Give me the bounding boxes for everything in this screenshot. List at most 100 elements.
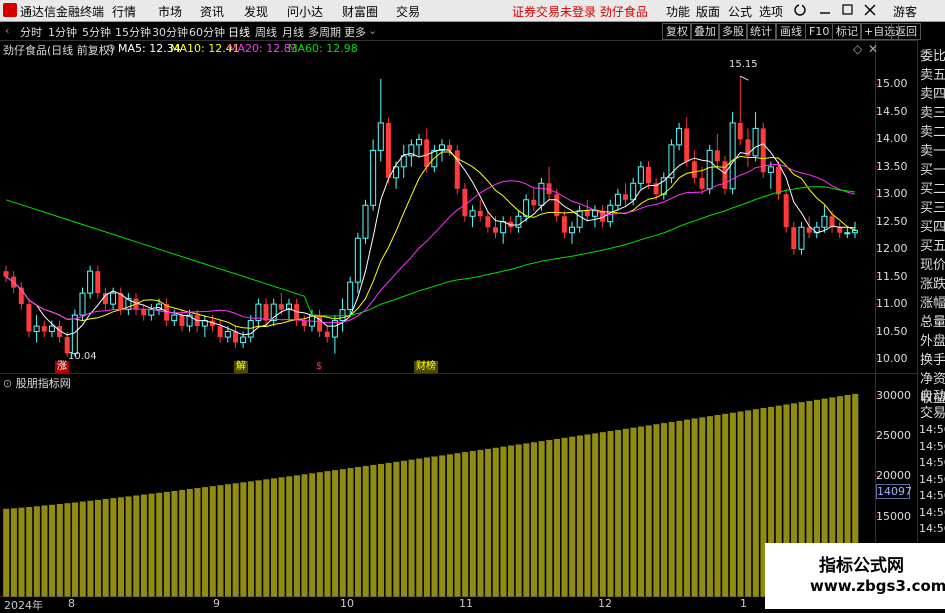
refresh-icon[interactable] (794, 3, 806, 16)
guest-label[interactable]: 游客 (893, 3, 917, 20)
candle-body (232, 331, 238, 343)
volume-bar (499, 446, 507, 598)
settings-icon[interactable]: ⚙ (106, 42, 116, 55)
candle-body (347, 281, 354, 311)
menu-item-market[interactable]: 行情 (112, 3, 136, 20)
price-tick-label: 11.50 (876, 269, 908, 283)
price-tick-label: 11.00 (876, 297, 908, 311)
volume-bar (683, 419, 691, 598)
diamond-icon[interactable]: ◇ (853, 42, 862, 56)
candle-body (179, 315, 185, 327)
sub-chart-header: ⊙ 股朋指标网 (3, 375, 71, 391)
candle-body (33, 325, 40, 333)
volume-bar (400, 460, 408, 598)
dollar-tag[interactable]: $ (314, 361, 324, 373)
period-minute[interactable]: 分时 (20, 24, 42, 40)
quote-row-label[interactable]: 换手 (920, 349, 945, 368)
auto-trade-label[interactable]: 交易 (920, 402, 945, 421)
menu-item-layout[interactable]: 版面 (696, 3, 720, 20)
quote-row-label[interactable]: 外盘 (920, 330, 945, 349)
menu-item-discover[interactable]: 发现 (244, 3, 268, 20)
close-panel-icon[interactable]: ✕ (868, 42, 878, 56)
quote-row-label[interactable]: 买三 (920, 197, 945, 216)
quote-row-label[interactable]: 买四 (920, 216, 945, 235)
adjust-button[interactable]: 复权 (662, 23, 692, 40)
period-1min[interactable]: 1分钟 (48, 24, 77, 40)
candle-body (684, 128, 690, 162)
back-button[interactable]: 返回 (891, 23, 921, 40)
maximize-icon[interactable] (842, 4, 853, 15)
unlock-tag[interactable]: 解 (234, 361, 248, 373)
volume-bar (285, 475, 293, 598)
kline-chart[interactable] (0, 40, 917, 609)
volume-current-value: 14097 (876, 484, 912, 499)
multi-stock-button[interactable]: 多股 (718, 23, 748, 40)
menu-item-formula[interactable]: 公式 (728, 3, 752, 20)
menu-item-wealth[interactable]: 财富圈 (342, 3, 378, 20)
overlay-button[interactable]: 叠加 (690, 23, 720, 40)
price-tick-label: 10.50 (876, 324, 908, 338)
volume-tick-label: 30000 (876, 389, 911, 403)
trade-time: 14:56 (919, 522, 945, 535)
quote-row-label[interactable]: 买二 (920, 178, 945, 197)
menu-item-function[interactable]: 功能 (666, 3, 690, 20)
draw-line-button[interactable]: 画线 (776, 23, 806, 40)
candle-body (844, 232, 851, 235)
quote-row-label[interactable]: 现价 (920, 254, 945, 273)
volume-bar (301, 473, 308, 598)
candle-body (362, 204, 369, 239)
quote-row-label[interactable]: 涨幅 (920, 292, 945, 311)
volume-bar (2, 508, 10, 598)
candle-body (614, 193, 621, 206)
menu-item-options[interactable]: 选项 (759, 3, 783, 20)
period-30min[interactable]: 30分钟 (152, 24, 188, 40)
finance-list-tag[interactable]: 财榜 (414, 361, 438, 373)
period-15min[interactable]: 15分钟 (115, 24, 151, 40)
candle-body (645, 166, 651, 184)
candle-body (240, 336, 247, 344)
menu-item-ask[interactable]: 问小达 (287, 3, 323, 20)
volume-bar (652, 423, 660, 598)
period-more[interactable]: 更多 (344, 24, 366, 40)
quote-row-label[interactable]: 卖一 (920, 140, 945, 159)
mark-button[interactable]: 标记 (832, 23, 862, 40)
period-weekly[interactable]: 周线 (255, 24, 277, 40)
volume-bar (362, 465, 370, 598)
price-tick-label: 12.50 (876, 214, 908, 228)
period-5min[interactable]: 5分钟 (82, 24, 111, 40)
menu-item-trade[interactable]: 交易 (396, 3, 420, 20)
quote-row-label[interactable]: 买一 (920, 159, 945, 178)
candle-body (837, 227, 843, 233)
sub-chart-caret-icon[interactable]: ⊙ (3, 377, 12, 390)
more-chevron-icon[interactable]: ⌄ (368, 24, 377, 37)
statistics-button[interactable]: 统计 (746, 23, 776, 40)
toolbar-caret-icon[interactable]: ‹ (5, 24, 9, 37)
volume-bar (752, 408, 760, 598)
menu-item-markets[interactable]: 市场 (158, 3, 182, 20)
quote-row-label[interactable]: 卖四 (920, 83, 945, 102)
candle-body (224, 331, 231, 338)
candle-body (477, 210, 483, 217)
f10-button[interactable]: F10 (805, 23, 834, 40)
period-daily[interactable]: 日线 (228, 24, 250, 40)
candle-body (485, 216, 491, 228)
volume-bar (125, 495, 133, 598)
menu-item-news[interactable]: 资讯 (200, 3, 224, 20)
quote-row-label[interactable]: 买五 (920, 235, 945, 254)
close-icon[interactable] (864, 4, 876, 16)
volume-bar (744, 409, 752, 598)
quote-row-label[interactable]: 涨跌 (920, 273, 945, 292)
quote-row-label[interactable]: 卖二 (920, 121, 945, 140)
period-multi[interactable]: 多周期 (308, 24, 341, 40)
limit-up-tag[interactable]: 涨 (55, 361, 69, 373)
quote-row-label[interactable]: 总量 (920, 311, 945, 330)
volume-tick-label: 15000 (876, 509, 911, 523)
quote-row-label[interactable]: 委比 (920, 45, 945, 64)
login-notice[interactable]: 证券交易未登录 劲仔食品 (512, 3, 648, 20)
quote-row-label[interactable]: 卖三 (920, 102, 945, 121)
high-marker-line (740, 75, 749, 81)
volume-bar (224, 483, 232, 598)
period-60min[interactable]: 60分钟 (189, 24, 225, 40)
quote-row-label[interactable]: 卖五 (920, 64, 945, 83)
period-monthly[interactable]: 月线 (282, 24, 304, 40)
